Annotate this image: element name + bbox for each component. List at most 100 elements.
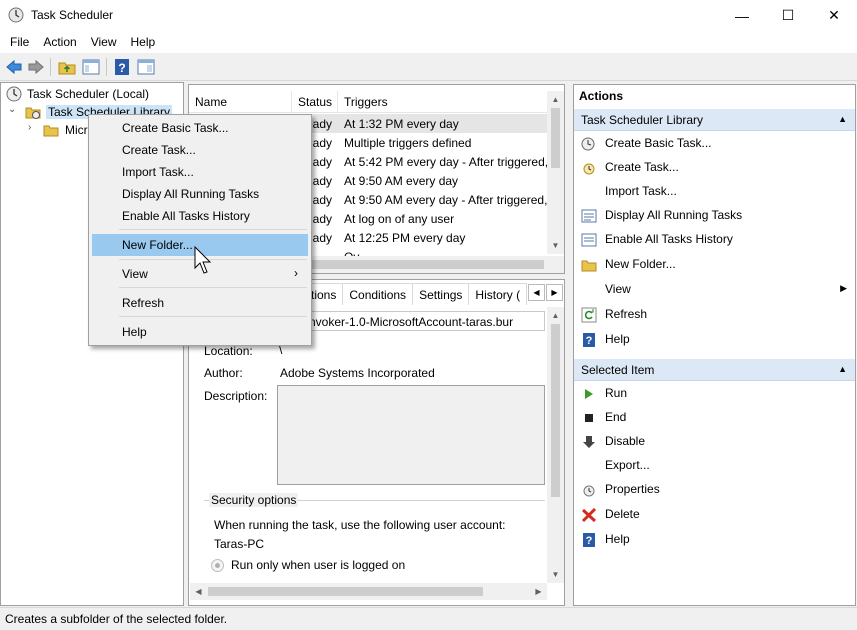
status-bar: Creates a subfolder of the selected fold… [0,607,857,630]
mouse-cursor-icon [194,246,212,274]
toolbar: ? [0,53,857,81]
show-hide-console-tree-icon[interactable] [82,58,100,76]
description-box[interactable] [277,385,545,485]
scroll-down-icon[interactable]: ▼ [547,566,564,583]
action-view[interactable]: View ▶ [574,278,855,302]
column-triggers[interactable]: Triggers [338,91,547,113]
scroll-up-icon[interactable]: ▲ [547,91,564,108]
ctx-create-task[interactable]: Create Task... [92,139,308,161]
svg-text:?: ? [586,535,593,547]
run-logged-on-radio[interactable] [211,559,224,572]
folder-icon [581,260,597,272]
collapse-icon[interactable]: ▲ [838,114,847,124]
library-folder-icon [25,107,41,119]
tasks-history-icon [581,233,597,247]
action-display-running-tasks[interactable]: Display All Running Tasks [574,204,855,228]
task-list-header: Name Status Triggers [189,91,547,113]
tab-scroll-right-icon[interactable]: ▶ [546,284,563,301]
close-button[interactable]: ✕ [811,0,857,31]
author-label: Author: [204,366,243,380]
action-create-basic-task[interactable]: Create Basic Task... [574,132,855,156]
minimize-button[interactable]: — [719,0,765,31]
context-menu: Create Basic Task... Create Task... Impo… [88,114,312,346]
svg-text:?: ? [586,335,593,347]
menu-bar: File Action View Help [0,31,857,53]
back-arrow-icon[interactable] [5,58,23,76]
action-export[interactable]: Export... [574,454,855,478]
ctx-help[interactable]: Help [92,321,308,343]
ctx-refresh[interactable]: Refresh [92,292,308,314]
run-logged-on-label: Run only when user is logged on [231,558,406,572]
ctx-import-task[interactable]: Import Task... [92,161,308,183]
chevron-right-icon[interactable]: › [28,122,31,133]
window-title: Task Scheduler [31,8,114,22]
action-new-folder[interactable]: New Folder... [574,253,855,277]
end-icon [585,414,593,422]
scroll-left-icon[interactable]: ◀ [190,583,207,600]
task-list-vscroll[interactable]: ▲ ▼ [547,91,564,254]
scroll-down-icon[interactable]: ▼ [547,237,564,254]
action-delete[interactable]: Delete [574,503,855,527]
menu-file[interactable]: File [0,31,36,53]
column-status[interactable]: Status [292,91,338,113]
author-value: Adobe Systems Incorporated [280,366,435,380]
task-name-field[interactable]: eGCInvoker-1.0-MicrosoftAccount-taras.bu… [277,311,545,331]
tab-scroll-left-icon[interactable]: ◀ [528,284,545,301]
help-icon: ? [583,333,595,347]
collapse-icon[interactable]: ▲ [838,364,847,374]
menu-help[interactable]: Help [124,31,163,53]
action-enable-tasks-history[interactable]: Enable All Tasks History [574,228,855,252]
action-create-task[interactable]: Create Task... [574,156,855,180]
svg-text:?: ? [118,61,125,75]
action-disable[interactable]: Disable [574,430,855,454]
create-task-icon [583,163,595,175]
maximize-button[interactable]: ☐ [765,0,811,31]
task-scheduler-icon [8,7,24,23]
scroll-right-icon[interactable]: ▶ [530,583,547,600]
title-bar: Task Scheduler — ☐ ✕ [0,0,857,31]
actions-pane: Actions Task Scheduler Library ▲ Create … [573,84,856,606]
details-vscroll[interactable]: ▲ ▼ [547,307,564,583]
action-run[interactable]: Run [574,382,855,406]
run-icon [585,389,593,399]
action-help[interactable]: ? Help [574,328,855,352]
ctx-display-running-tasks[interactable]: Display All Running Tasks [92,183,308,205]
create-basic-task-icon [581,137,595,151]
forward-arrow-icon[interactable] [27,58,45,76]
tab-settings[interactable]: Settings [412,283,470,305]
submenu-arrow-icon: ▶ [840,283,847,293]
details-hscroll[interactable]: ◀ ▶ [190,583,547,600]
ctx-create-basic-task[interactable]: Create Basic Task... [92,117,308,139]
clock-icon [6,86,22,102]
section-selected-item[interactable]: Selected Item ▲ [574,359,855,381]
up-folder-icon[interactable] [58,58,76,76]
ctx-enable-tasks-history[interactable]: Enable All Tasks History [92,205,308,227]
delete-icon [581,507,597,523]
submenu-arrow-icon: › [294,266,298,280]
running-tasks-icon [581,209,597,223]
column-name[interactable]: Name [189,91,292,113]
chevron-down-icon[interactable]: ⌄ [8,104,16,115]
details-tabs: ctions Conditions Settings History ( [299,283,528,305]
disable-icon [583,436,595,448]
help-toolbar-icon[interactable]: ? [113,58,131,76]
user-account-field: Taras-PC [209,535,543,553]
scroll-up-icon[interactable]: ▲ [547,307,564,324]
action-import-task[interactable]: Import Task... [574,180,855,204]
action-help-selected[interactable]: ? Help [574,528,855,552]
description-label: Description: [204,389,268,403]
action-refresh[interactable]: Refresh [574,303,855,327]
security-options-title: Security options [209,493,299,507]
actions-header: Actions [579,89,624,103]
refresh-icon [581,307,597,323]
action-end[interactable]: End [574,406,855,430]
tab-conditions[interactable]: Conditions [342,283,414,305]
properties-icon [583,485,595,497]
menu-view[interactable]: View [84,31,124,53]
menu-action[interactable]: Action [36,31,83,53]
folder-icon [43,125,59,137]
tab-history[interactable]: History ( [468,283,528,305]
action-properties[interactable]: Properties [574,478,855,502]
section-task-scheduler-library[interactable]: Task Scheduler Library ▲ [574,109,855,131]
show-hide-action-pane-icon[interactable] [137,58,155,76]
